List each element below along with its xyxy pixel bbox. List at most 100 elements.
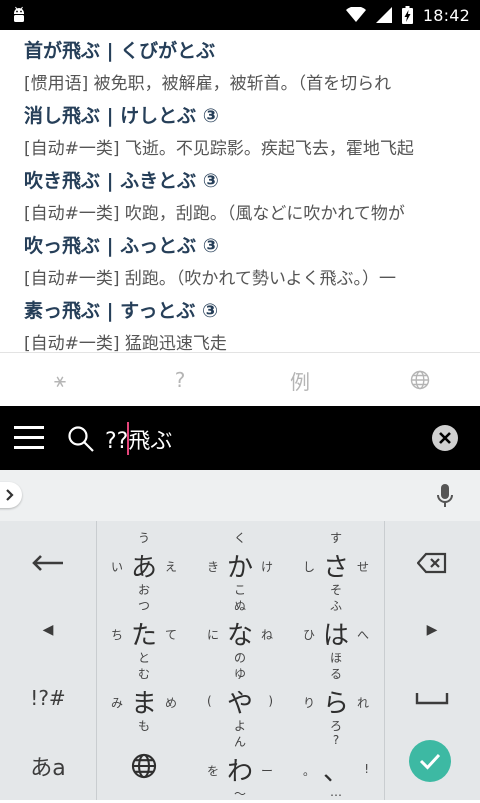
entry-word: 吹っ飛ぶ | ふっとぶ ③ — [24, 235, 219, 257]
list-item[interactable]: 吹き飛ぶ | ふきとぶ ③ [自动#一类] 吹跑，刮跑。（風などに吹かれて物が — [24, 166, 480, 224]
tab-examples[interactable]: 例 — [240, 353, 360, 407]
android-icon — [14, 6, 24, 22]
undo-key[interactable] — [0, 530, 96, 596]
kana-d-label: ほ — [329, 651, 342, 665]
entry-word: 素っ飛ぶ | すっとぶ ③ — [24, 300, 219, 322]
space-key[interactable] — [384, 665, 480, 731]
kana-r-label: ー — [260, 764, 273, 778]
list-item[interactable]: 消し飛ぶ | けしとぶ ③ [自动#一类] 飞逝。不见踪影。疾起飞去，霍地飞起 — [24, 101, 480, 159]
kana-r-label: へ — [356, 628, 369, 642]
kana-key[interactable]: さすそしせ — [288, 529, 384, 599]
enter-button[interactable] — [409, 740, 451, 782]
kana-d-label: の — [233, 651, 246, 665]
kana-key[interactable]: あうおいえ — [96, 529, 192, 599]
backspace-key[interactable] — [384, 530, 480, 596]
kana-l-label: り — [303, 696, 316, 710]
kana-r-label: め — [164, 696, 177, 710]
example-icon: 例 — [290, 369, 310, 394]
results-list: 首が飛ぶ | くびがとぶ [惯用语] 被免职，被解雇，被斩首。（首を切られ 消し… — [0, 30, 480, 352]
list-item[interactable]: 首が飛ぶ | くびがとぶ [惯用语] 被免职，被解雇，被斩首。（首を切られ — [24, 36, 480, 94]
kana-u-label: ふ — [329, 599, 342, 613]
question-icon: ? — [174, 368, 186, 392]
symbols-key[interactable]: !?# — [0, 665, 96, 731]
kana-d-label: と — [137, 651, 150, 665]
kana-r-label: せ — [356, 560, 369, 574]
kana-r-label: け — [260, 560, 273, 574]
kana-key[interactable]: わん〜をー — [192, 733, 288, 803]
arrow-left-icon: ◀ — [42, 622, 54, 638]
asterisk-icon: ⚹ — [54, 368, 66, 392]
search-input[interactable]: ??飛ぶ — [105, 423, 172, 455]
tab-wildcard[interactable]: ⚹ — [0, 353, 120, 407]
kana-key[interactable]: やゆよ() — [192, 665, 288, 735]
clear-search-button[interactable] — [432, 425, 458, 451]
cursor-left-key[interactable]: ◀ — [0, 597, 96, 663]
kana-l-label: ち — [111, 628, 124, 642]
kana-key[interactable]: まむもみめ — [96, 665, 192, 735]
kana-d-label: お — [137, 583, 150, 597]
entry-definition: [自动#一类] 猛跑迅速飞走 — [24, 334, 227, 352]
kana-d-label: 〜 — [233, 787, 246, 801]
check-icon — [419, 753, 441, 770]
kana-d-label: こ — [233, 583, 246, 597]
kana-l-label: に — [207, 628, 220, 642]
kana-u-label: う — [137, 531, 150, 545]
kana-key[interactable]: かくこきけ — [192, 529, 288, 599]
kana-l-label: き — [207, 560, 220, 574]
keyboard-suggestion-bar — [0, 470, 480, 521]
clock: 18:42 — [422, 5, 470, 25]
kana-key[interactable]: なぬのにね — [192, 597, 288, 667]
search-icon — [68, 426, 94, 452]
menu-icon[interactable] — [14, 426, 44, 450]
entry-word: 首が飛ぶ | くびがとぶ — [24, 40, 216, 62]
wifi-icon — [345, 7, 366, 22]
kana-d-label: よ — [233, 719, 246, 733]
kana-r-label: え — [164, 560, 177, 574]
cursor-right-key[interactable]: ▶ — [384, 597, 480, 663]
kana-d-label: も — [137, 719, 150, 733]
kana-u-label: つ — [137, 599, 150, 613]
tab-online[interactable] — [360, 353, 480, 407]
kana-key[interactable]: たつとちて — [96, 597, 192, 667]
symbols-key-label: !?# — [30, 686, 66, 710]
kana-d-label: … — [330, 785, 342, 799]
arrow-right-icon: ▶ — [426, 622, 438, 638]
list-item[interactable]: 素っ飛ぶ | すっとぶ ③ [自动#一类] 猛跑迅速飞走 — [24, 296, 480, 352]
tab-question[interactable]: ? — [120, 353, 240, 407]
kana-r-label: ね — [260, 628, 273, 642]
kana-r-label: て — [164, 628, 177, 642]
signal-icon — [375, 7, 392, 23]
kana-u-label: ぬ — [233, 599, 246, 613]
kana-key[interactable]: はふほひへ — [288, 597, 384, 667]
input-mode-key[interactable]: あa — [0, 733, 96, 799]
kana-key[interactable]: らるろりれ — [288, 665, 384, 735]
entry-definition: [自动#一类] 刮跑。（吹かれて勢いよく飛ぶ。）一 — [24, 269, 397, 289]
kana-u-label: す — [329, 531, 342, 545]
list-item[interactable]: 吹っ飛ぶ | ふっとぶ ③ [自动#一类] 刮跑。（吹かれて勢いよく飛ぶ。）一 — [24, 231, 480, 289]
battery-charging-icon — [401, 6, 413, 24]
chevron-right-icon — [6, 489, 14, 501]
microphone-icon[interactable] — [436, 483, 454, 509]
entry-word: 消し飛ぶ | けしとぶ ③ — [24, 105, 219, 127]
globe-icon — [131, 753, 157, 779]
kana-u-label: る — [329, 667, 342, 681]
kana-u-label: ん — [233, 735, 246, 749]
language-switch-key[interactable] — [96, 733, 192, 799]
kana-u-label: む — [137, 667, 150, 681]
text-cursor — [127, 422, 129, 455]
kana-l-label: み — [111, 696, 124, 710]
kana-u-label: く — [233, 531, 246, 545]
entry-definition: [自动#一类] 吹跑，刮跑。（風などに吹かれて物が — [24, 204, 405, 224]
space-icon — [415, 693, 449, 705]
kana-d-label: そ — [329, 583, 342, 597]
kana-key[interactable]: 、?…。! — [288, 733, 384, 803]
entry-word: 吹き飛ぶ | ふきとぶ ③ — [24, 170, 219, 192]
kana-r-label: ) — [268, 694, 273, 708]
kana-u-label: ? — [332, 733, 340, 747]
entry-definition: [自动#一类] 飞逝。不见踪影。疾起飞去，霍地飞起 — [24, 139, 414, 159]
backspace-icon — [417, 552, 447, 574]
input-mode-label: あa — [30, 756, 66, 781]
status-bar: 18:42 — [0, 0, 480, 30]
expand-toolbar-button[interactable] — [0, 482, 22, 508]
globe-icon — [410, 370, 430, 390]
